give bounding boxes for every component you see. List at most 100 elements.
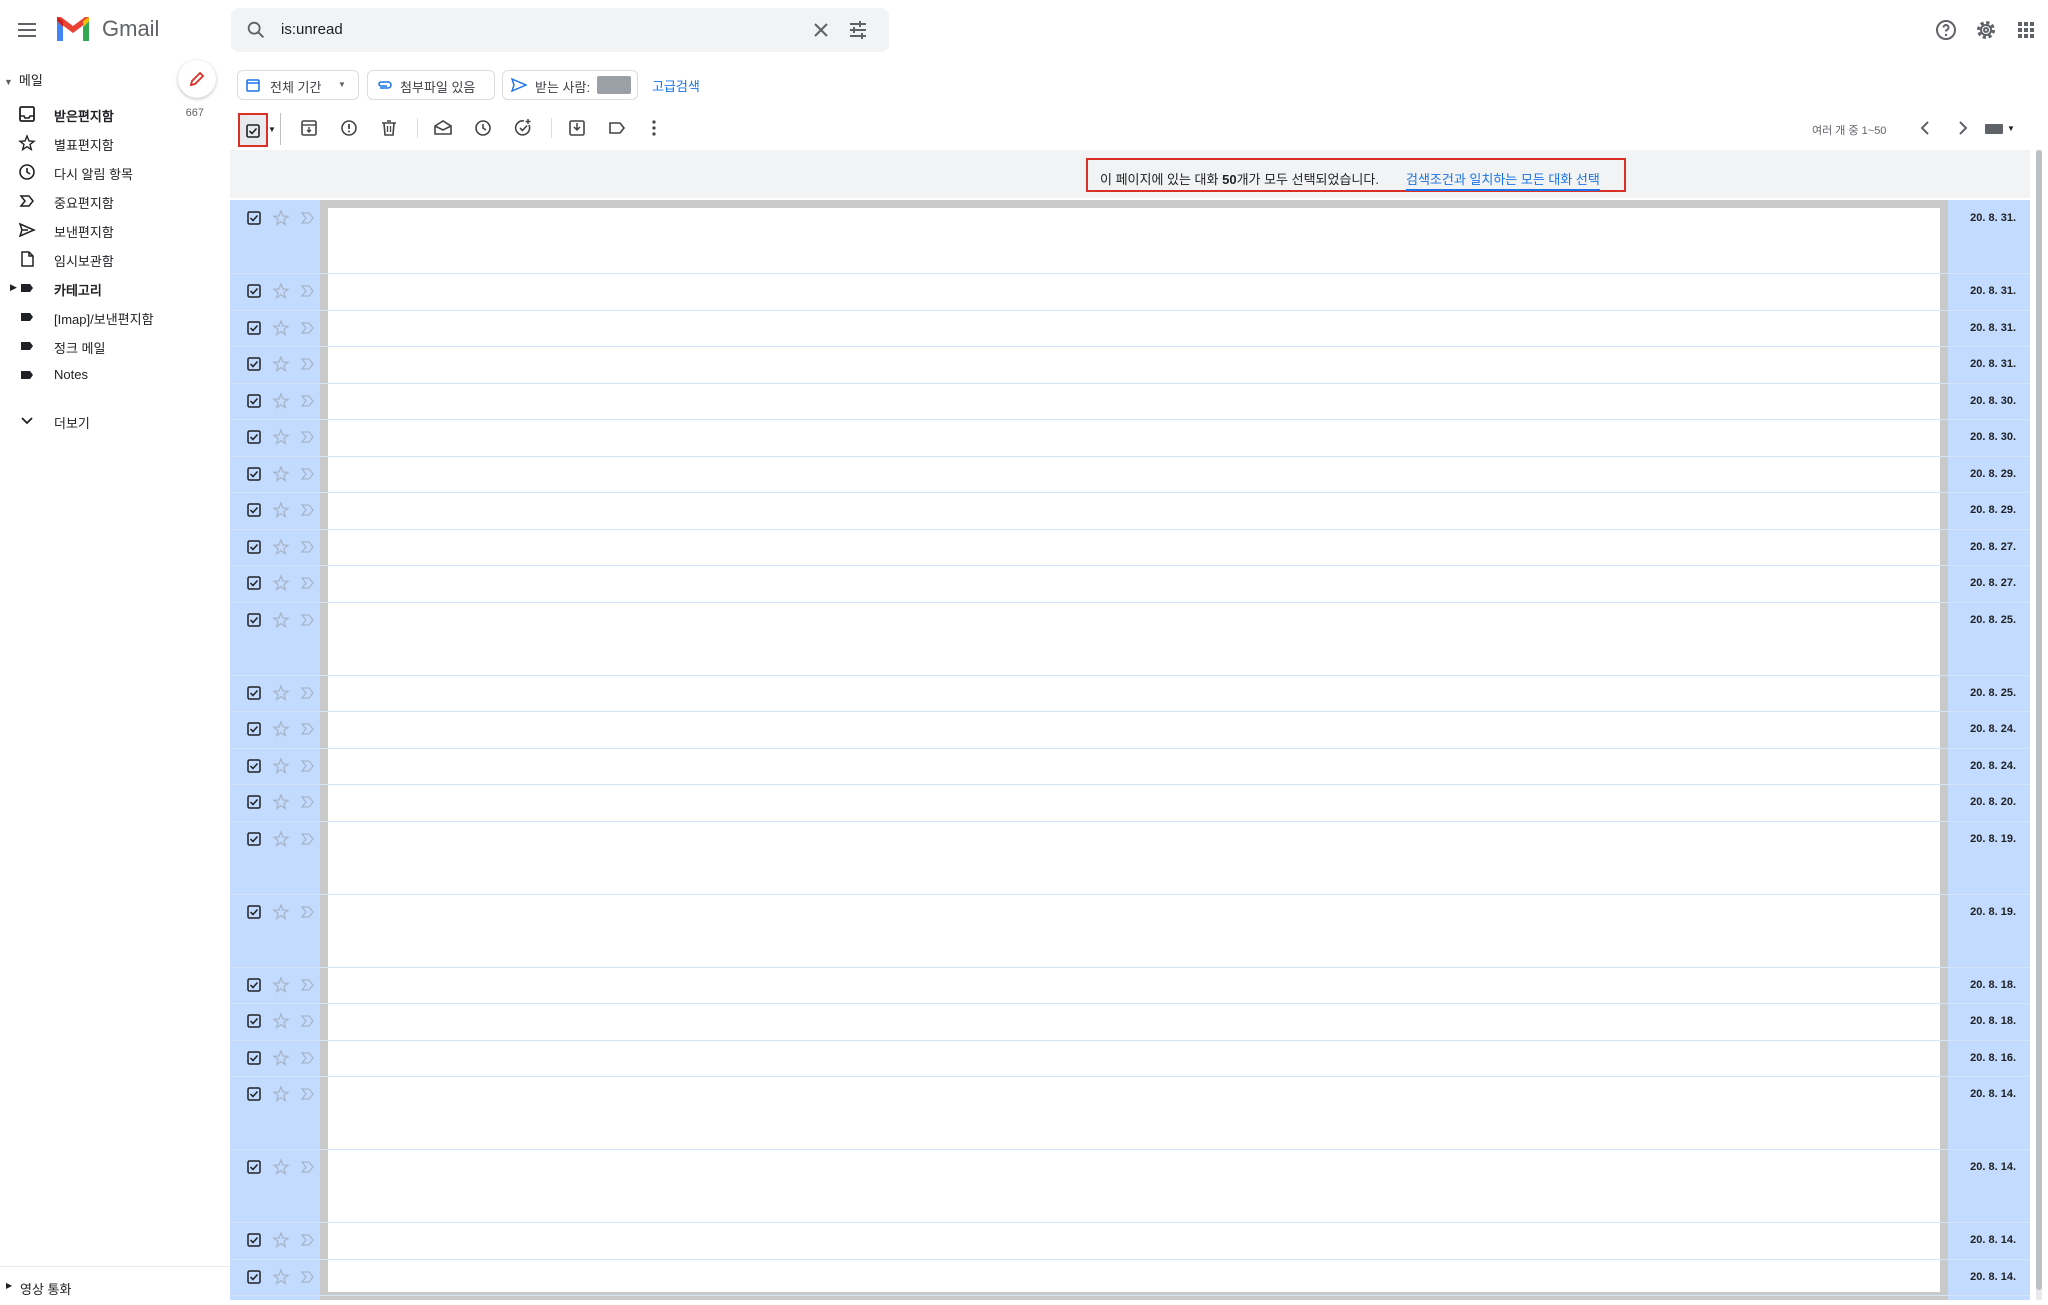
sidebar-item-snoozed[interactable]: 다시 알림 항목 — [0, 158, 230, 186]
important-marker-icon[interactable] — [300, 977, 316, 993]
important-marker-icon[interactable] — [300, 502, 316, 518]
advanced-search-link[interactable]: 고급검색 — [652, 76, 700, 95]
snooze-clock-icon[interactable] — [471, 116, 495, 140]
star-icon[interactable] — [272, 574, 290, 592]
table-row[interactable]: 20. 8. 14. — [230, 1222, 2030, 1260]
checkbox-checked-icon[interactable] — [247, 795, 261, 809]
checkbox-checked-icon[interactable] — [247, 466, 261, 481]
checkbox-checked-icon[interactable] — [247, 393, 261, 408]
star-icon[interactable] — [272, 1267, 290, 1286]
table-row[interactable]: 20. 8. 16. — [230, 1040, 2030, 1077]
star-icon[interactable] — [272, 756, 290, 775]
star-icon[interactable] — [272, 391, 290, 410]
table-row[interactable]: 20. 8. 18. — [230, 967, 2030, 1004]
sidebar-item-junk[interactable]: 정크 메일 — [0, 332, 230, 360]
table-row[interactable]: 20. 8. 29. — [230, 492, 2030, 530]
important-marker-icon[interactable] — [300, 1050, 316, 1066]
table-row[interactable]: 20. 8. 19. — [230, 894, 2030, 968]
checkbox-checked-icon[interactable] — [247, 320, 261, 335]
important-marker-icon[interactable] — [300, 794, 316, 810]
table-row[interactable]: 20. 8. 31. — [230, 346, 2030, 384]
star-icon[interactable] — [272, 501, 290, 519]
important-marker-icon[interactable] — [300, 575, 316, 591]
table-row[interactable]: 20. 8. 31. — [230, 200, 2030, 274]
search-icon[interactable] — [245, 19, 267, 41]
star-icon[interactable] — [272, 683, 290, 702]
sidebar-more[interactable]: 더보기 — [0, 407, 230, 435]
important-marker-icon[interactable] — [300, 758, 316, 774]
checkbox-checked-icon[interactable] — [247, 831, 261, 846]
star-icon[interactable] — [272, 318, 290, 337]
sidebar-item-notes[interactable]: Notes — [0, 361, 230, 389]
important-marker-icon[interactable] — [300, 429, 316, 445]
mark-as-read-icon[interactable] — [431, 116, 455, 140]
important-marker-icon[interactable] — [300, 539, 316, 555]
star-icon[interactable] — [272, 1231, 290, 1249]
main-menu-button[interactable] — [14, 16, 42, 44]
checkbox-checked-icon[interactable] — [247, 576, 261, 590]
gmail-brand[interactable]: Gmail — [102, 16, 159, 42]
table-row[interactable]: 20. 8. 14. — [230, 1076, 2030, 1150]
table-row[interactable]: 20. 8. 30. — [230, 383, 2030, 420]
label-as-icon[interactable] — [605, 116, 629, 140]
sidebar-item-starred[interactable]: 별표편지함 — [0, 129, 230, 157]
select-all-matching-link[interactable]: 검색조건과 일치하는 모든 대화 선택 — [1406, 169, 1600, 191]
checkbox-checked-icon[interactable] — [247, 1050, 261, 1065]
checkbox-checked-icon[interactable] — [247, 503, 261, 517]
mail-section-toggle[interactable]: ▼ 메일 — [4, 70, 43, 89]
star-icon[interactable] — [272, 793, 290, 811]
checkbox-checked-icon[interactable] — [247, 977, 261, 992]
important-marker-icon[interactable] — [300, 210, 316, 226]
important-marker-icon[interactable] — [300, 1086, 316, 1102]
table-row[interactable]: 20. 8. 24. — [230, 748, 2030, 785]
scrollbar-thumb[interactable] — [2036, 150, 2042, 1290]
select-all-checkbox[interactable] — [238, 113, 268, 147]
star-icon[interactable] — [272, 1085, 290, 1103]
table-row[interactable]: 20. 8. 31. — [230, 273, 2030, 311]
checkbox-checked-icon[interactable] — [247, 430, 261, 444]
search-bar[interactable]: is:unread — [231, 8, 889, 52]
apps-grid-icon[interactable] — [2014, 18, 2038, 42]
add-to-tasks-icon[interactable] — [511, 116, 535, 140]
star-icon[interactable] — [272, 428, 290, 446]
important-marker-icon[interactable] — [300, 283, 316, 299]
checkbox-checked-icon[interactable] — [247, 539, 261, 554]
star-icon[interactable] — [272, 975, 290, 994]
table-row[interactable]: 20. 8. 27. — [230, 529, 2030, 566]
checkbox-checked-icon[interactable] — [247, 357, 261, 371]
checkbox-checked-icon[interactable] — [247, 758, 261, 773]
archive-icon[interactable] — [297, 116, 321, 140]
scrollbar[interactable] — [2036, 150, 2042, 1300]
sidebar-item-sent[interactable]: 보낸편지함 — [0, 216, 230, 244]
checkbox-checked-icon[interactable] — [247, 1269, 261, 1284]
search-input[interactable]: is:unread — [281, 21, 343, 38]
chevron-right-icon[interactable] — [1950, 116, 1974, 140]
move-to-icon[interactable] — [565, 116, 589, 140]
table-row[interactable]: 20. 8. 14. — [230, 1149, 2030, 1223]
star-icon[interactable] — [272, 1012, 290, 1030]
star-icon[interactable] — [272, 829, 290, 848]
attachment-filter-chip[interactable]: 첨부파일 있음 — [367, 70, 495, 100]
chevron-left-icon[interactable] — [1914, 116, 1938, 140]
important-marker-icon[interactable] — [300, 904, 316, 920]
important-marker-icon[interactable] — [300, 466, 316, 482]
checkbox-checked-icon[interactable] — [247, 1014, 261, 1028]
important-marker-icon[interactable] — [300, 831, 316, 847]
sidebar-item-important[interactable]: 중요편지함 — [0, 187, 230, 215]
star-icon[interactable] — [272, 902, 290, 921]
checkbox-checked-icon[interactable] — [247, 1160, 261, 1174]
checkbox-checked-icon[interactable] — [247, 1087, 261, 1101]
checkbox-checked-icon[interactable] — [247, 685, 261, 700]
sidebar-item-imap-sent[interactable]: [Imap]/보낸편지함 — [0, 303, 230, 331]
help-icon[interactable] — [1934, 18, 1958, 42]
report-spam-icon[interactable] — [337, 116, 361, 140]
select-dropdown-icon[interactable]: ▼ — [268, 125, 276, 134]
checkbox-checked-icon[interactable] — [247, 1233, 261, 1247]
star-icon[interactable] — [272, 720, 290, 738]
checkbox-checked-icon[interactable] — [247, 904, 261, 919]
table-row[interactable]: 20. 8. 25. — [230, 675, 2030, 712]
sidebar-item-categories[interactable]: ▶ 카테고리 — [0, 274, 230, 302]
delete-trash-icon[interactable] — [377, 116, 401, 140]
settings-gear-icon[interactable] — [1974, 18, 1998, 42]
table-row[interactable]: 20. 8. 14. — [230, 1259, 2030, 1296]
